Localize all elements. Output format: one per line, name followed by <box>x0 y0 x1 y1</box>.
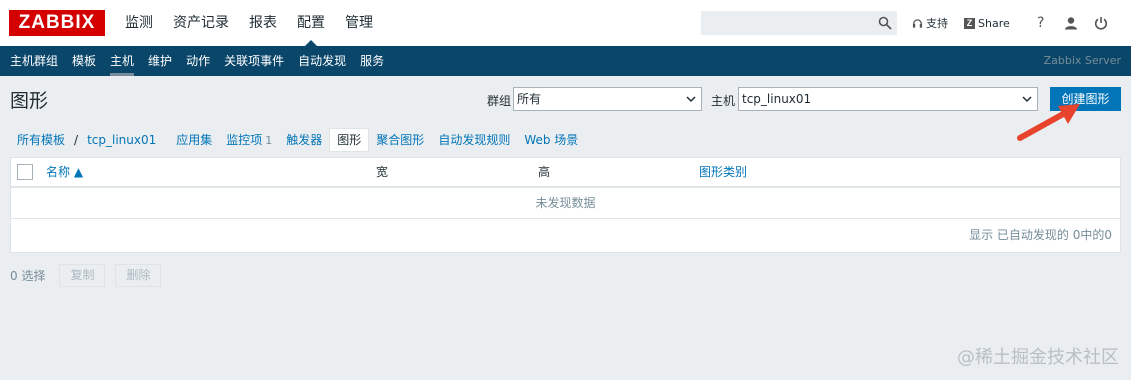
page-header: 图形 群组 所有 主机 tcp_linux01 创建图形 <box>0 76 1131 122</box>
select-all-checkbox[interactable] <box>17 164 33 180</box>
host-label: 主机 <box>711 94 736 108</box>
menu-monitoring[interactable]: 监测 <box>115 0 163 46</box>
tab-items[interactable]: 监控项 1 <box>219 129 279 152</box>
column-graph-type[interactable]: 图形类别 <box>699 158 747 186</box>
menu-inventory[interactable]: 资产记录 <box>163 0 239 46</box>
submenu-services[interactable]: 服务 <box>353 46 391 76</box>
column-name[interactable]: 名称 ▲ <box>46 158 83 186</box>
submenu-maintenance[interactable]: 维护 <box>141 46 179 76</box>
sub-menu: 主机群组 模板 主机 维护 动作 关联项事件 自动发现 服务 Zabbix Se… <box>0 46 1131 76</box>
empty-row: 未发现数据 <box>11 188 1120 219</box>
group-label: 群组 <box>487 94 512 108</box>
share-z-icon: Z <box>964 17 975 29</box>
help-icon[interactable]: ? <box>1026 0 1056 46</box>
host-link[interactable]: tcp_linux01 <box>80 129 163 151</box>
column-height: 高 <box>538 165 551 179</box>
table-header: 名称 ▲ 宽 高 图形类别 <box>11 158 1120 188</box>
graphs-table: 名称 ▲ 宽 高 图形类别 未发现数据 显示 已自动发现的 0中的0 <box>10 157 1121 253</box>
submenu-actions[interactable]: 动作 <box>179 46 217 76</box>
zabbix-logo[interactable]: ZABBIX <box>9 10 105 36</box>
search-input[interactable] <box>701 11 897 35</box>
menu-administration[interactable]: 管理 <box>335 0 383 46</box>
selected-count: 0 选择 <box>10 269 46 283</box>
column-width: 宽 <box>376 165 389 179</box>
submenu-hosts[interactable]: 主机 <box>103 46 141 76</box>
table-summary: 显示 已自动发现的 0中的0 <box>969 228 1112 242</box>
watermark: @稀土掘金技术社区 <box>957 347 1119 368</box>
main-menu: 监测 资产记录 报表 配置 管理 <box>115 0 383 46</box>
tab-web-scenarios[interactable]: Web 场景 <box>517 129 585 151</box>
user-profile-icon[interactable] <box>1056 0 1086 46</box>
menu-reports[interactable]: 报表 <box>239 0 287 46</box>
host-select-value: tcp_linux01 <box>742 92 812 106</box>
mass-actions: 0 选择 复制 删除 <box>10 264 171 287</box>
group-select[interactable]: 所有 <box>513 87 702 111</box>
all-templates-link[interactable]: 所有模板 <box>10 129 72 151</box>
items-count: 1 <box>265 133 273 147</box>
chevron-down-icon <box>686 96 696 103</box>
share-label: Share <box>978 16 1010 30</box>
headset-icon <box>912 18 923 28</box>
submenu-templates[interactable]: 模板 <box>65 46 103 76</box>
support-label: 支持 <box>926 17 948 30</box>
annotation-arrow-icon <box>1017 104 1080 141</box>
menu-configuration[interactable]: 配置 <box>287 0 335 46</box>
tab-triggers[interactable]: 触发器 <box>279 129 329 151</box>
server-name: Zabbix Server <box>1043 54 1121 67</box>
tab-discovery-rules[interactable]: 自动发现规则 <box>431 129 517 151</box>
copy-button[interactable]: 复制 <box>59 264 106 287</box>
support-link[interactable]: 支持 <box>912 15 948 31</box>
host-tabs: 所有模板 / tcp_linux01 应用集 监控项 1 触发器 图形 聚合图形 … <box>10 128 585 152</box>
submenu-correlation[interactable]: 关联项事件 <box>217 46 291 76</box>
share-link[interactable]: Z Share <box>964 17 1010 30</box>
search-icon[interactable] <box>878 16 892 30</box>
breadcrumb-separator: / <box>74 133 79 147</box>
sign-out-icon[interactable] <box>1086 0 1116 46</box>
delete-button[interactable]: 删除 <box>115 264 162 287</box>
tab-screens[interactable]: 聚合图形 <box>369 129 431 151</box>
submenu-discovery[interactable]: 自动发现 <box>291 46 353 76</box>
top-bar: ZABBIX 监测 资产记录 报表 配置 管理 支持 Z Share ? <box>0 0 1131 46</box>
tab-graphs[interactable]: 图形 <box>329 128 370 152</box>
submenu-host-groups[interactable]: 主机群组 <box>0 46 65 76</box>
host-select[interactable]: tcp_linux01 <box>738 87 1038 111</box>
group-select-value: 所有 <box>517 92 542 106</box>
tab-applications[interactable]: 应用集 <box>169 129 219 151</box>
page-title: 图形 <box>10 90 49 112</box>
